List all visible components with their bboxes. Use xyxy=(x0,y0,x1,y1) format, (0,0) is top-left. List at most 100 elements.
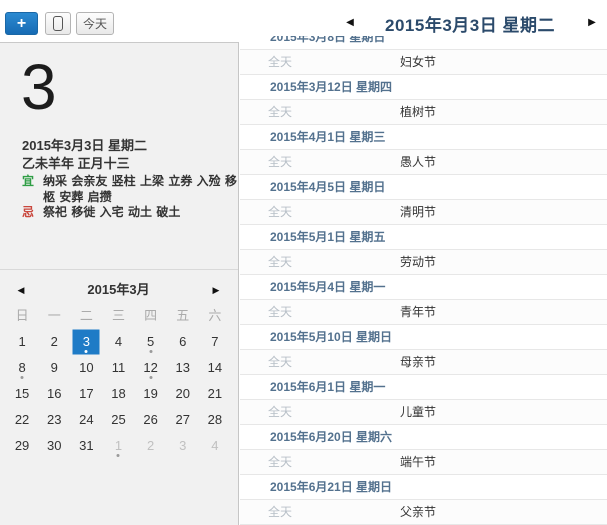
phone-icon xyxy=(53,16,63,31)
day-cell[interactable]: 17 xyxy=(70,381,102,407)
devices-button[interactable] xyxy=(45,12,71,35)
weekday-label: 六 xyxy=(199,303,231,329)
panel-divider xyxy=(0,269,238,270)
day-cell[interactable]: 2 xyxy=(135,433,167,459)
all-day-label: 全天 xyxy=(268,150,292,175)
day-cell[interactable]: 13 xyxy=(167,355,199,381)
day-cell[interactable]: 1 xyxy=(6,329,38,355)
event-date-header: 2015年5月4日 星期一 xyxy=(240,275,607,300)
weekday-label: 二 xyxy=(70,303,102,329)
day-cell[interactable]: 9 xyxy=(38,355,70,381)
day-cell-number: 15 xyxy=(15,386,29,401)
day-cell[interactable]: 7 xyxy=(199,329,231,355)
day-cell[interactable]: 30 xyxy=(38,433,70,459)
day-cell-number: 16 xyxy=(47,386,61,401)
all-day-label: 全天 xyxy=(268,400,292,425)
event-name: 儿童节 xyxy=(400,400,436,425)
event-date-header: 2015年3月12日 星期四 xyxy=(240,75,607,100)
today-button[interactable]: 今天 xyxy=(76,12,114,35)
almanac-suitable-row: 宜 纳采 会亲友 竖柱 上梁 立券 入殓 移柩 安葬 启攒 xyxy=(22,173,239,205)
event-row[interactable]: 全天 母亲节 xyxy=(240,350,607,375)
day-cell[interactable]: 20 xyxy=(167,381,199,407)
day-cell[interactable]: 28 xyxy=(199,407,231,433)
event-row[interactable]: 全天植树节 xyxy=(240,100,607,125)
day-cell-number: 28 xyxy=(208,412,222,427)
day-cell-number: 6 xyxy=(179,334,186,349)
day-cell[interactable]: 22 xyxy=(6,407,38,433)
day-cell[interactable]: 21 xyxy=(199,381,231,407)
day-cell[interactable]: 1 xyxy=(102,433,134,459)
add-event-button[interactable]: + xyxy=(5,12,38,35)
calendar-app-window: + 今天 ◀ 2015年3月3日 星期二 ▶ 3 2015年3月3日 星期二 乙… xyxy=(0,0,607,525)
day-cell[interactable]: 19 xyxy=(135,381,167,407)
all-day-label: 全天 xyxy=(268,350,292,375)
event-dot xyxy=(85,350,88,353)
day-cell-number: 12 xyxy=(143,360,157,375)
weekday-label: 五 xyxy=(167,303,199,329)
day-cell[interactable]: 23 xyxy=(38,407,70,433)
day-cell[interactable]: 14 xyxy=(199,355,231,381)
day-cell-number: 4 xyxy=(211,438,218,453)
event-dot xyxy=(117,454,120,457)
event-name: 端午节 xyxy=(400,450,436,475)
day-cell-number: 13 xyxy=(176,360,190,375)
event-date-header: 2015年4月1日 星期三 xyxy=(240,125,607,150)
event-row[interactable]: 全天劳动节 xyxy=(240,250,607,275)
event-date-header: 2015年3月8日 星期日 xyxy=(240,36,607,50)
event-row[interactable]: 全天端午节 xyxy=(240,450,607,475)
day-cell-number: 19 xyxy=(143,386,157,401)
day-cell-number: 24 xyxy=(79,412,93,427)
day-cell[interactable]: 4 xyxy=(102,329,134,355)
avoid-label: 忌 xyxy=(22,204,34,220)
date-line: 2015年3月3日 星期二 xyxy=(22,135,147,154)
day-cell-number: 20 xyxy=(176,386,190,401)
day-cell[interactable]: 4 xyxy=(199,433,231,459)
suitable-items: 纳采 会亲友 竖柱 上梁 立券 入殓 移柩 安葬 启攒 xyxy=(43,173,239,205)
prev-day-button[interactable]: ◀ xyxy=(341,14,359,32)
day-cell-number: 27 xyxy=(176,412,190,427)
prev-month-button[interactable]: ◀ xyxy=(12,277,30,303)
day-cell-number: 1 xyxy=(115,438,122,453)
day-cell[interactable]: 11 xyxy=(102,355,134,381)
almanac-avoid-row: 忌 祭祀 移徙 入宅 动土 破土 xyxy=(22,204,239,220)
event-row[interactable]: 全天父亲节 xyxy=(240,500,607,525)
day-cell[interactable]: 26 xyxy=(135,407,167,433)
day-cell[interactable]: 15 xyxy=(6,381,38,407)
day-cell-number: 3 xyxy=(83,334,90,349)
next-month-button[interactable]: ▶ xyxy=(207,277,225,303)
event-name: 母亲节 xyxy=(400,350,436,375)
event-row[interactable]: 全天愚人节 xyxy=(240,150,607,175)
page-title: 2015年3月3日 星期二 xyxy=(365,11,575,36)
day-cell[interactable]: 25 xyxy=(102,407,134,433)
day-cell-number: 31 xyxy=(79,438,93,453)
day-cell[interactable]: 24 xyxy=(70,407,102,433)
day-cell[interactable]: 29 xyxy=(6,433,38,459)
day-cell-selected[interactable]: 3 xyxy=(70,329,102,355)
day-detail-panel: 3 2015年3月3日 星期二 乙未羊年 正月十三 宜 纳采 会亲友 竖柱 上梁… xyxy=(0,42,239,525)
event-dot xyxy=(149,350,152,353)
day-cell[interactable]: 5 xyxy=(135,329,167,355)
day-cell[interactable]: 12 xyxy=(135,355,167,381)
day-cell-number: 22 xyxy=(15,412,29,427)
all-day-label: 全天 xyxy=(268,250,292,275)
mini-calendar: ◀ 2015年3月 ▶ 日一二三四五六123456789101112131415… xyxy=(0,277,237,459)
event-date-header: 2015年4月5日 星期日 xyxy=(240,175,607,200)
day-cell[interactable]: 18 xyxy=(102,381,134,407)
day-cell[interactable]: 2 xyxy=(38,329,70,355)
day-cell[interactable]: 8 xyxy=(6,355,38,381)
day-cell[interactable]: 6 xyxy=(167,329,199,355)
event-row[interactable]: 全天青年节 xyxy=(240,300,607,325)
event-row[interactable]: 全天清明节 xyxy=(240,200,607,225)
event-name: 青年节 xyxy=(400,300,436,325)
day-cell[interactable]: 10 xyxy=(70,355,102,381)
weekday-label: 日 xyxy=(6,303,38,329)
day-cell[interactable]: 31 xyxy=(70,433,102,459)
day-cell[interactable]: 3 xyxy=(167,433,199,459)
next-day-button[interactable]: ▶ xyxy=(583,14,601,32)
all-day-label: 全天 xyxy=(268,500,292,525)
day-cell[interactable]: 27 xyxy=(167,407,199,433)
event-row[interactable]: 全天妇女节 xyxy=(240,50,607,75)
day-cell[interactable]: 16 xyxy=(38,381,70,407)
event-row[interactable]: 全天 儿童节 xyxy=(240,400,607,425)
day-cell-number: 2 xyxy=(147,438,154,453)
